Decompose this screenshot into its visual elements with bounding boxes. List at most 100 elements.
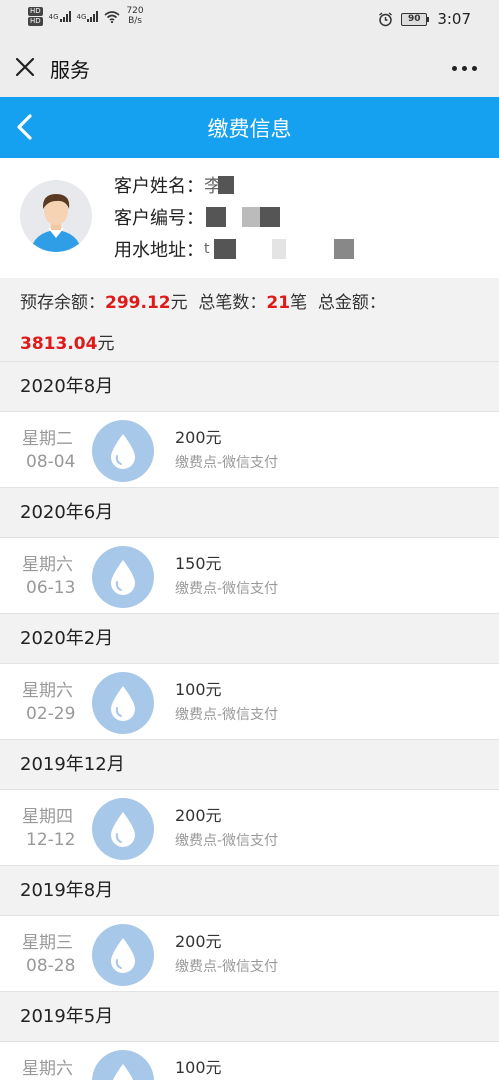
alarm-icon: [379, 11, 393, 26]
record-amount: 200元: [175, 428, 222, 447]
record-date: 08-28: [26, 956, 76, 976]
redacted-block: [271, 239, 286, 259]
page-title: 缴费信息: [207, 117, 292, 141]
total-value: 3813.04: [20, 334, 98, 354]
redacted-block: [213, 239, 236, 259]
customer-address-label: 用水地址：: [114, 240, 204, 261]
record-method: 缴费点-微信支付: [175, 959, 279, 975]
month-header: 2020年2月: [0, 614, 499, 664]
battery-level: 90: [401, 12, 428, 26]
customer-name-row: 客户姓名： 李: [114, 172, 234, 198]
payment-list: 2020年8月 星期二 08-04 200元 缴费点-微信支付 2020年6月 星期六 06-…: [0, 362, 499, 1080]
wifi-icon: [104, 10, 120, 23]
month-header: 2020年6月: [0, 488, 499, 538]
month-header: 2019年8月: [0, 866, 499, 916]
record-weekday: 星期六: [22, 555, 73, 575]
water-drop-icon: [111, 560, 135, 595]
customer-id-row: 客户编号：: [114, 204, 280, 230]
network-speed: 720 B/s: [126, 6, 143, 26]
water-drop-icon: [111, 434, 135, 469]
clock: 3:07: [437, 10, 471, 28]
hd-icon: HD: [28, 6, 43, 16]
balance-unit: 元: [170, 293, 188, 313]
more-icon[interactable]: [452, 66, 477, 71]
payment-summary: 预存余额：299.12元 总笔数：21笔 总金额： 3813.04元: [0, 278, 499, 362]
month-header: 2020年8月: [0, 362, 499, 412]
record-amount: 100元: [175, 1058, 222, 1077]
record-amount: 100元: [175, 680, 222, 699]
record-method: 缴费点-微信支付: [175, 707, 279, 723]
balance-value: 299.12: [105, 293, 171, 313]
page-header: 缴费信息: [0, 97, 499, 158]
record-weekday: 星期三: [22, 933, 73, 953]
network-type-label: 4G: [76, 13, 87, 21]
payment-record[interactable]: 星期六 02-29 100元缴费点-微信支付: [0, 664, 499, 740]
payment-record[interactable]: 星期四 12-12 200元缴费点-微信支付: [0, 790, 499, 866]
record-method: 缴费点-微信支付: [175, 581, 279, 597]
record-weekday: 星期二: [22, 429, 73, 449]
record-weekday: 星期六: [22, 681, 73, 701]
water-drop-badge: [92, 798, 154, 860]
customer-name-label: 客户姓名：: [114, 176, 204, 197]
count-unit: 笔: [290, 293, 308, 313]
avatar: [20, 180, 92, 252]
redacted-block: [333, 239, 354, 259]
water-drop-icon: [112, 1064, 134, 1080]
network-2: 4G: [77, 10, 99, 22]
count-label: 总笔数：: [198, 293, 267, 313]
avatar-person-icon: [30, 194, 82, 252]
payment-record[interactable]: 星期二 08-04 200元缴费点-微信支付: [0, 412, 499, 488]
customer-address-value: t: [204, 241, 210, 257]
record-weekday: 星期六: [22, 1059, 73, 1079]
water-drop-icon: [111, 812, 135, 847]
balance-label: 预存余额：: [20, 293, 105, 313]
record-amount: 150元: [175, 554, 222, 573]
redacted-block: [206, 207, 226, 227]
record-amount: 200元: [175, 806, 222, 825]
record-weekday: 星期四: [22, 807, 73, 827]
water-drop-badge: [92, 924, 154, 986]
nav-bar: 服务: [0, 40, 499, 97]
redacted-block: [260, 207, 280, 227]
payment-record[interactable]: 星期六 100元: [0, 1042, 499, 1080]
water-drop-icon: [111, 686, 135, 721]
battery-icon: 90: [401, 12, 430, 26]
record-method: 缴费点-微信支付: [175, 833, 279, 849]
nav-title: 服务: [50, 58, 90, 82]
record-date: 12-12: [26, 830, 76, 850]
payment-record[interactable]: 星期三 08-28 200元缴费点-微信支付: [0, 916, 499, 992]
signal-icon: [59, 10, 71, 22]
customer-id-label: 客户编号：: [114, 208, 204, 229]
redacted-block: [242, 207, 260, 227]
summary-line: 3813.04元: [20, 329, 114, 354]
close-icon[interactable]: [14, 56, 36, 78]
record-date: 06-13: [26, 578, 76, 598]
total-label: 总金额：: [317, 293, 386, 313]
summary-line: 预存余额：299.12元 总笔数：21笔 总金额：: [20, 288, 386, 313]
hd-icon: HD: [28, 16, 43, 26]
redacted-block: [218, 176, 234, 194]
water-drop-icon: [111, 938, 135, 973]
record-method: 缴费点-微信支付: [175, 455, 279, 471]
water-drop-badge: [92, 672, 154, 734]
network-1: 4G: [49, 10, 71, 22]
speed-value: 720: [126, 6, 144, 16]
count-value: 21: [266, 293, 291, 313]
month-header: 2019年12月: [0, 740, 499, 790]
status-right: 90 3:07: [378, 10, 471, 28]
status-left: HD HD 4G 4G 720 B/s: [28, 6, 144, 26]
month-header: 2019年5月: [0, 992, 499, 1042]
record-amount: 200元: [175, 932, 222, 951]
customer-info: 客户姓名： 李 客户编号： 用水地址： t: [0, 158, 499, 278]
water-drop-badge: [92, 546, 154, 608]
signal-icon: [87, 10, 99, 22]
record-date: 08-04: [26, 452, 76, 472]
water-drop-badge: [92, 420, 154, 482]
status-bar: HD HD 4G 4G 720 B/s 90 3:07: [0, 0, 499, 40]
hd-icons: HD HD: [28, 6, 43, 26]
record-date: 02-29: [26, 704, 76, 724]
customer-address-row: 用水地址： t: [114, 236, 354, 262]
payment-record[interactable]: 星期六 06-13 150元缴费点-微信支付: [0, 538, 499, 614]
total-unit: 元: [97, 334, 115, 354]
speed-unit: B/s: [128, 16, 142, 26]
